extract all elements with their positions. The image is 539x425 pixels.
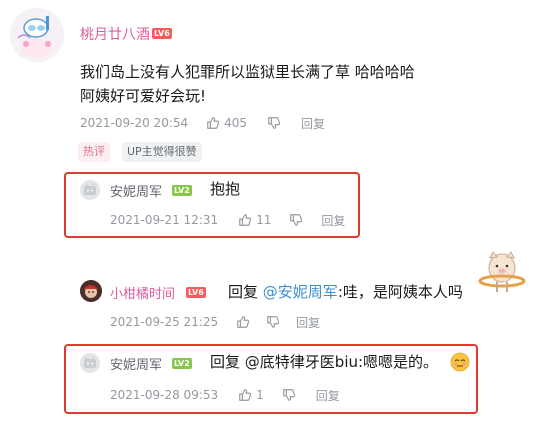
sweat-emoji-icon bbox=[450, 352, 470, 372]
like-button[interactable]: 405 bbox=[206, 116, 247, 130]
dislike-button[interactable] bbox=[282, 388, 296, 402]
like-button[interactable]: 11 bbox=[238, 213, 271, 227]
thumbs-down-icon bbox=[267, 316, 280, 328]
reply-button[interactable]: 回复 bbox=[301, 115, 325, 132]
reply-button[interactable]: 回复 bbox=[321, 212, 345, 229]
pig-hula-hoop-sticker bbox=[478, 248, 526, 300]
comment-text: 我们岛上没有人犯罪所以监狱里长满了草 哈哈哈哈 阿姨好可爱好会玩! bbox=[80, 63, 415, 105]
username[interactable]: 安妮周军 bbox=[110, 354, 162, 373]
dislike-button[interactable] bbox=[289, 213, 303, 227]
avatar[interactable] bbox=[80, 280, 102, 302]
level-badge: LV6 bbox=[186, 287, 206, 298]
like-button[interactable] bbox=[236, 315, 250, 329]
avatar[interactable] bbox=[80, 180, 100, 200]
up-liked-tag: UP主觉得很赞 bbox=[122, 142, 202, 162]
hot-comment-tag: 热评 bbox=[78, 142, 110, 162]
reply-button[interactable]: 回复 bbox=[316, 387, 340, 404]
reply-time: 2021-09-28 09:53 bbox=[110, 388, 219, 402]
thumbs-up-icon bbox=[239, 214, 252, 226]
reply-text: 回复 @底特律牙医biu:嗯嗯是的。 bbox=[210, 353, 439, 371]
username[interactable]: 小柑橘时间 bbox=[110, 283, 175, 302]
thumbs-up-icon bbox=[237, 316, 250, 328]
mention-link[interactable]: @安妮周军 bbox=[263, 283, 338, 301]
thumbs-down-icon bbox=[282, 389, 295, 401]
comment-meta: 2021-09-20 20:54 405 回复 bbox=[80, 115, 325, 131]
default-avatar-icon bbox=[84, 356, 96, 368]
avatar[interactable] bbox=[80, 353, 100, 373]
like-button[interactable]: 1 bbox=[238, 388, 264, 402]
reply-meta: 2021-09-28 09:53 1 回复 bbox=[110, 387, 340, 403]
level-badge: LV2 bbox=[172, 358, 192, 369]
thumbs-up-icon bbox=[239, 389, 252, 401]
like-count: 11 bbox=[256, 213, 272, 227]
like-count: 405 bbox=[224, 116, 248, 130]
dislike-button[interactable] bbox=[267, 116, 281, 130]
reply-text: 回复 @安妮周军:哇，是阿姨本人吗 bbox=[228, 283, 463, 301]
dislike-button[interactable] bbox=[266, 315, 280, 329]
username[interactable]: 桃月廿八酒 bbox=[80, 24, 150, 44]
level-badge: LV6 bbox=[152, 28, 172, 39]
reply-button[interactable]: 回复 bbox=[296, 314, 320, 331]
comment-time: 2021-09-20 20:54 bbox=[80, 116, 189, 130]
avatar[interactable] bbox=[10, 8, 64, 62]
reply-meta: 2021-09-21 12:31 11 回复 bbox=[110, 212, 345, 228]
reply-time: 2021-09-21 12:31 bbox=[110, 213, 219, 227]
thumbs-down-icon bbox=[268, 117, 281, 129]
username[interactable]: 安妮周军 bbox=[110, 181, 162, 200]
default-avatar-icon bbox=[84, 183, 96, 195]
like-count: 1 bbox=[256, 388, 264, 402]
thumbs-down-icon bbox=[290, 214, 303, 226]
reply-text: 抱抱 bbox=[210, 180, 241, 198]
reply-time: 2021-09-25 21:25 bbox=[110, 315, 219, 329]
level-badge: LV2 bbox=[172, 185, 192, 196]
thumbs-up-icon bbox=[207, 117, 220, 129]
reply-meta: 2021-09-25 21:25 回复 bbox=[110, 314, 320, 330]
mention-link[interactable]: @底特律牙医biu bbox=[245, 353, 358, 371]
